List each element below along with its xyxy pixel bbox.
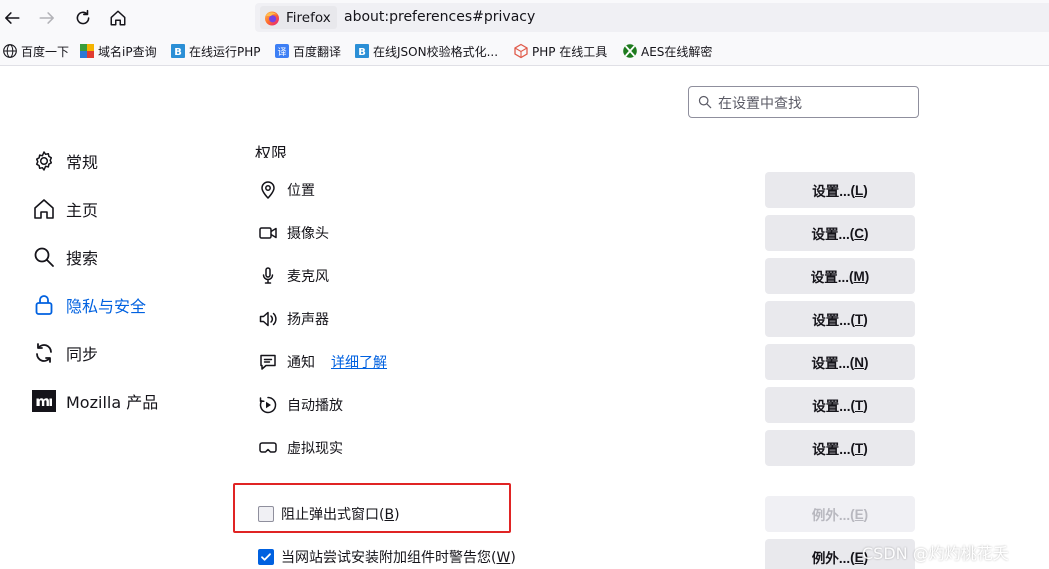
gear-icon xyxy=(32,149,56,173)
puzzle-icon xyxy=(79,43,95,59)
permission-label: 麦克风 xyxy=(287,269,329,285)
identity-box[interactable]: Firefox xyxy=(260,6,337,29)
autoplay-icon xyxy=(258,395,278,415)
bookmark-item[interactable]: 百度一下 xyxy=(2,42,69,60)
sidebar-item-label: 隐私与安全 xyxy=(66,297,147,316)
location-icon xyxy=(258,180,278,200)
bookmark-item[interactable]: 译 百度翻译 xyxy=(274,42,341,60)
permission-label: 扬声器 xyxy=(287,312,329,328)
vr-settings-button[interactable]: 设置...(T) xyxy=(765,430,915,466)
notifications-settings-button[interactable]: 设置...(N) xyxy=(765,344,915,380)
mozilla-icon xyxy=(32,389,56,413)
learn-more-link[interactable]: 详细了解 xyxy=(331,352,387,372)
sidebar-item-label: 主页 xyxy=(66,201,99,220)
permission-row-camera: 摄像头 设置...(C) xyxy=(258,215,918,251)
home-icon xyxy=(32,197,56,221)
reload-icon xyxy=(76,9,90,25)
reload-button[interactable] xyxy=(71,6,95,30)
bookmark-item[interactable]: 域名iP查询 xyxy=(79,42,157,60)
autoplay-settings-button[interactable]: 设置...(T) xyxy=(765,387,915,423)
camera-icon xyxy=(258,223,278,243)
addon-warning-label[interactable]: 当网站尝试安装附加组件时警告您(W) xyxy=(281,547,516,567)
sync-icon xyxy=(32,341,56,365)
sidebar-item-privacy[interactable]: 隐私与安全 xyxy=(32,291,146,319)
permission-row-vr: 虚拟现实 设置...(T) xyxy=(258,430,918,466)
arrow-right-icon xyxy=(39,12,54,24)
vr-icon xyxy=(258,438,278,458)
svg-text:B: B xyxy=(358,47,366,58)
sidebar-item-label: Mozilla 产品 xyxy=(66,393,159,412)
sidebar-item-label: 常规 xyxy=(66,153,99,172)
lock-icon xyxy=(32,293,56,317)
sidebar-item-mozilla-products[interactable]: Mozilla 产品 xyxy=(32,387,158,415)
sidebar-item-sync[interactable]: 同步 xyxy=(32,339,98,367)
permission-row-location: 位置 设置...(L) xyxy=(258,172,918,208)
home-button[interactable] xyxy=(106,6,130,30)
identity-label: Firefox xyxy=(286,9,331,26)
svg-text:B: B xyxy=(174,47,182,58)
settings-search-input[interactable]: 在设置中查找 xyxy=(688,86,919,118)
permission-label: 通知 xyxy=(287,355,315,371)
permission-row-speaker: 扬声器 设置...(T) xyxy=(258,301,918,337)
watermark-text: CSDN @灼灼桃花夭 xyxy=(862,544,1009,563)
bookmark-item[interactable]: PHP 在线工具 xyxy=(513,42,607,60)
bookmark-item[interactable]: B 在线JSON校验格式化... xyxy=(354,42,498,60)
search-icon xyxy=(698,95,712,109)
bejson-icon: B xyxy=(170,43,186,59)
sidebar-item-label: 搜索 xyxy=(66,249,99,268)
permission-label: 位置 xyxy=(287,183,315,199)
url-bar[interactable]: Firefox about:preferences#privacy xyxy=(255,3,1049,32)
bookmark-label: 域名iP查询 xyxy=(98,44,157,59)
cube-icon xyxy=(513,43,529,59)
firefox-icon xyxy=(265,11,279,25)
bookmark-label: 百度一下 xyxy=(21,44,70,59)
forward-button[interactable] xyxy=(35,6,59,30)
sidebar-item-home[interactable]: 主页 xyxy=(32,195,98,223)
bookmark-label: 百度翻译 xyxy=(293,44,342,59)
svg-text:译: 译 xyxy=(277,47,286,58)
search-icon xyxy=(32,245,56,269)
translate-icon: 译 xyxy=(274,43,290,59)
popup-exceptions-button[interactable]: 例外...(E) xyxy=(765,496,915,532)
permission-label: 虚拟现实 xyxy=(287,441,343,457)
sidebar-item-general[interactable]: 常规 xyxy=(32,147,98,175)
bookmark-label: PHP 在线工具 xyxy=(532,44,608,59)
notification-icon xyxy=(258,352,278,372)
addon-warning-checkbox[interactable] xyxy=(258,549,274,565)
permission-label: 摄像头 xyxy=(287,226,329,242)
camera-settings-button[interactable]: 设置...(C) xyxy=(765,215,915,251)
speaker-icon xyxy=(258,309,278,329)
permission-row-autoplay: 自动播放 设置...(T) xyxy=(258,387,918,423)
sidebar-item-label: 同步 xyxy=(66,345,99,364)
url-text[interactable]: about:preferences#privacy xyxy=(344,9,535,25)
bookmark-item[interactable]: B 在线运行PHP xyxy=(170,42,261,60)
home-icon xyxy=(110,10,126,26)
bookmark-item[interactable]: AES在线解密 xyxy=(622,42,712,60)
bejson-icon: B xyxy=(354,43,370,59)
search-placeholder: 在设置中查找 xyxy=(718,96,802,112)
bookmark-label: 在线JSON校验格式化... xyxy=(373,44,499,59)
permission-row-microphone: 麦克风 设置...(M) xyxy=(258,258,918,294)
sidebar-item-search[interactable]: 搜索 xyxy=(32,243,98,271)
microphone-icon xyxy=(258,266,278,286)
bookmark-label: 在线运行PHP xyxy=(189,44,261,59)
globe-icon xyxy=(2,43,18,59)
bookmark-label: AES在线解密 xyxy=(641,44,713,59)
addon-warning-row: 当网站尝试安装附加组件时警告您(W) 例外...(E) xyxy=(258,539,918,569)
permission-label: 自动播放 xyxy=(287,398,343,414)
permissions-heading: 权限 xyxy=(255,144,288,158)
back-button[interactable] xyxy=(0,6,24,30)
location-settings-button[interactable]: 设置...(L) xyxy=(765,172,915,208)
xbox-icon xyxy=(622,43,638,59)
arrow-left-icon xyxy=(5,12,20,24)
speaker-settings-button[interactable]: 设置...(T) xyxy=(765,301,915,337)
microphone-settings-button[interactable]: 设置...(M) xyxy=(765,258,915,294)
browser-toolbar: Firefox about:preferences#privacy xyxy=(0,0,1049,35)
permission-row-notifications: 通知 详细了解 设置...(N) xyxy=(258,344,918,380)
checkmark-icon xyxy=(261,553,271,561)
highlight-annotation xyxy=(233,483,511,533)
bookmarks-toolbar: 百度一下 域名iP查询 B 在线运行PHP 译 百度翻译 B 在线JSON校验格… xyxy=(0,35,1049,66)
